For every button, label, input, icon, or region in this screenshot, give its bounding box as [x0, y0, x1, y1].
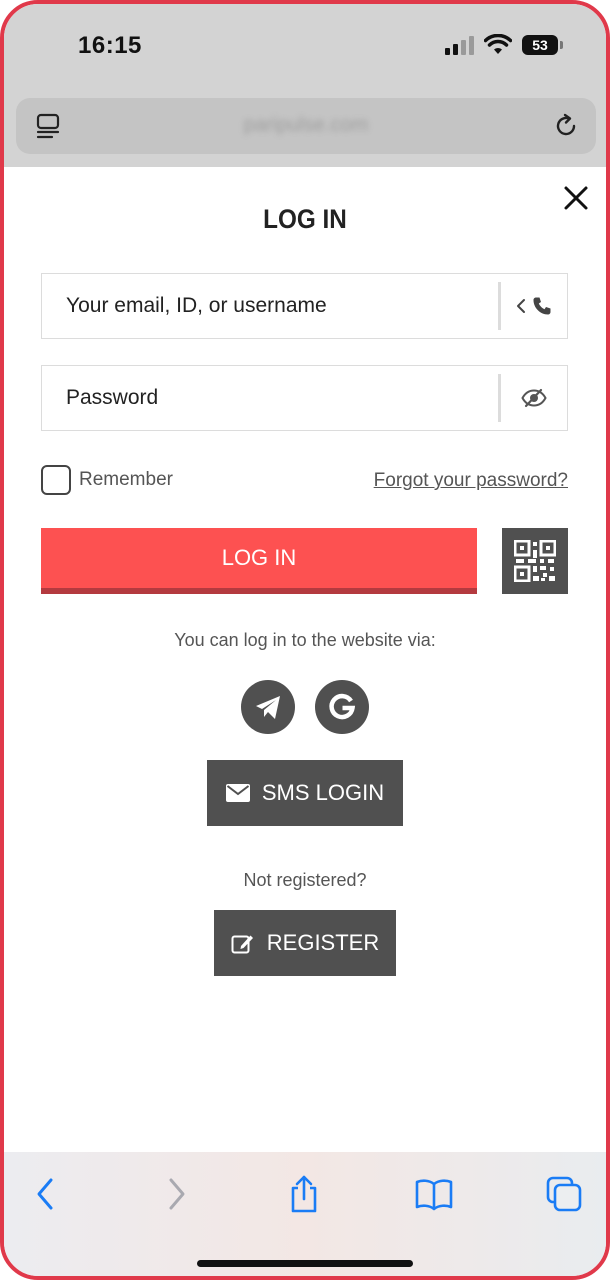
edit-icon — [231, 935, 253, 954]
login-field — [41, 273, 568, 339]
remember-label: Remember — [79, 469, 173, 490]
battery-indicator: 53 — [522, 35, 563, 55]
url-text[interactable]: paripulse.com — [16, 114, 596, 137]
tabs-icon[interactable] — [544, 1174, 584, 1214]
telegram-login-button[interactable] — [241, 680, 295, 734]
toggle-password-visibility[interactable] — [501, 366, 567, 430]
password-input[interactable] — [42, 366, 498, 430]
register-label: REGISTER — [266, 930, 380, 955]
remember-checkbox[interactable] — [41, 465, 71, 495]
chevron-left-icon — [517, 299, 525, 313]
home-indicator[interactable] — [197, 1260, 413, 1267]
qr-login-button[interactable] — [502, 528, 568, 594]
status-indicators: 53 — [445, 34, 563, 56]
envelope-icon — [225, 784, 250, 802]
address-bar[interactable]: paripulse.com — [16, 98, 596, 154]
phone-screen: 16:15 53 paripulse.com LOG IN Your email… — [0, 0, 610, 1280]
remember-me: Remember — [41, 465, 173, 495]
social-login-row — [4, 680, 606, 734]
forgot-password-link[interactable]: Forgot your password? — [374, 470, 568, 492]
share-icon[interactable] — [284, 1174, 324, 1214]
social-login-prompt: You can log in to the website via: — [174, 630, 436, 650]
login-input[interactable] — [42, 274, 498, 338]
browser-top-chrome: 16:15 53 paripulse.com — [4, 4, 606, 167]
wifi-icon — [484, 34, 512, 54]
cellular-signal-icon — [445, 35, 474, 55]
eye-off-icon — [521, 388, 547, 408]
google-icon — [329, 693, 356, 720]
sms-login-button[interactable]: SMS LOGIN — [207, 760, 403, 826]
telegram-icon — [256, 696, 280, 719]
not-registered-text: Not registered? — [243, 870, 367, 890]
password-field — [41, 365, 568, 431]
bookmarks-icon[interactable] — [414, 1174, 454, 1214]
login-button[interactable]: LOG IN — [41, 528, 477, 594]
phone-icon — [533, 297, 551, 315]
google-login-button[interactable] — [315, 680, 369, 734]
page-title: LOG IN — [263, 204, 347, 234]
register-button[interactable]: REGISTER — [214, 910, 396, 976]
back-icon[interactable] — [26, 1174, 66, 1214]
qr-code-icon — [514, 540, 556, 582]
reload-icon[interactable] — [552, 112, 580, 140]
switch-to-phone-button[interactable] — [501, 274, 567, 338]
status-time: 16:15 — [78, 32, 142, 59]
sms-login-label: SMS LOGIN — [261, 780, 385, 805]
forward-icon[interactable] — [156, 1174, 196, 1214]
